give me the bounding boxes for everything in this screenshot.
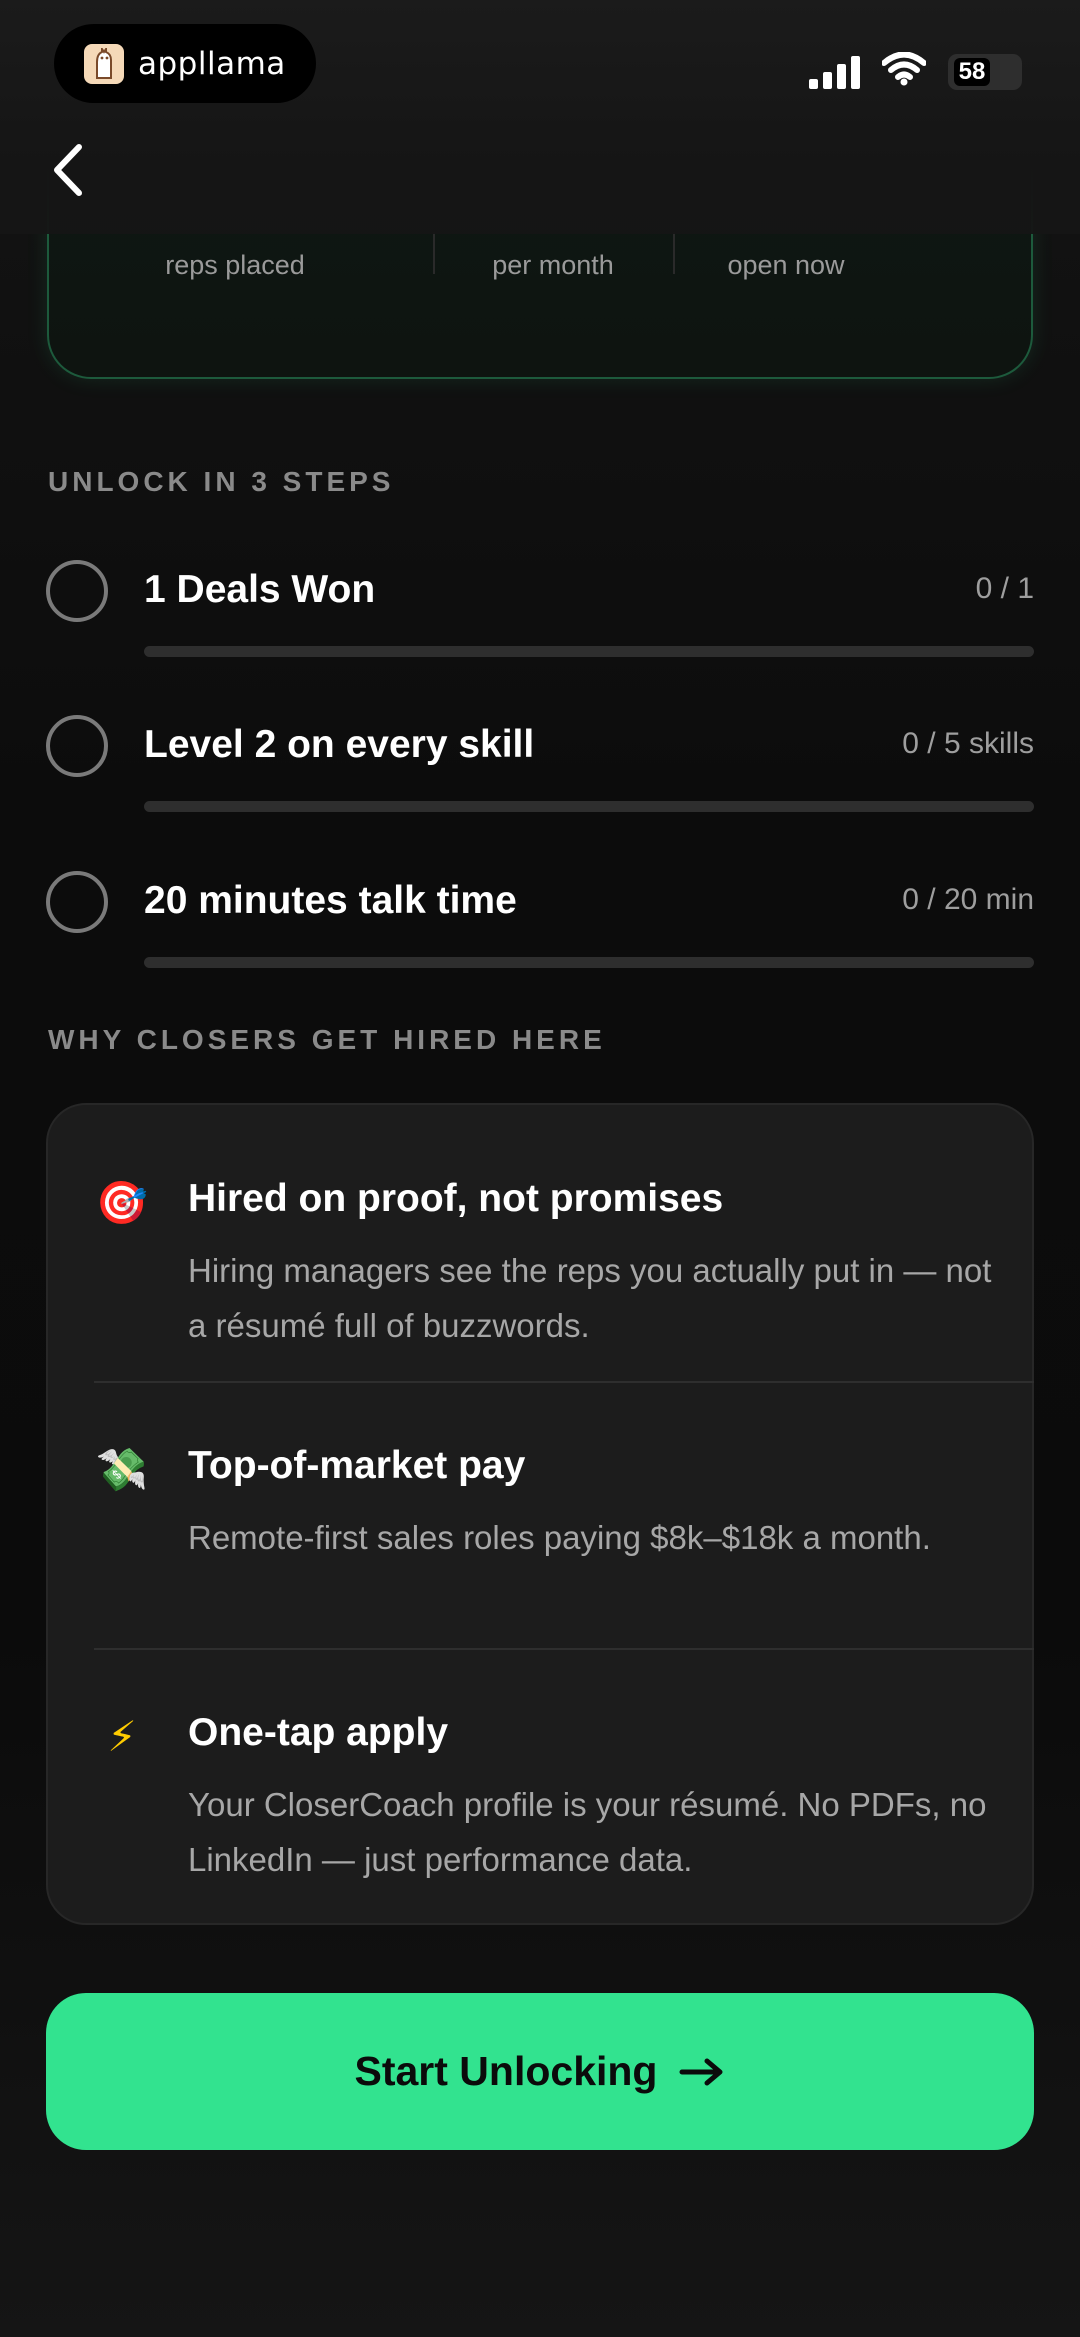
benefit-description: Remote-first sales roles paying $8k–$18k… [188,1519,931,1556]
lightning-icon: ⚡ [107,1712,137,1761]
step-checkbox-icon [46,560,108,622]
brand-pill: appllama [54,24,316,103]
benefit-title: Top-of-market pay [188,1444,526,1487]
step-title: Level 2 on every skill [144,723,535,766]
battery-level: 58 [954,57,990,86]
chevron-left-icon [54,144,82,196]
step-checkbox-icon [46,715,108,777]
step-progress-bar [144,646,1034,657]
battery-icon: 58 [948,53,1022,90]
unlock-step[interactable]: Level 2 on every skill 0 / 5 skills [46,715,1034,835]
stat-label-reps-placed: reps placed [165,250,305,280]
step-checkbox-icon [46,871,108,933]
step-progress-text: 0 / 1 [975,572,1034,605]
cta-label: Start Unlocking [354,2048,658,2094]
money-wings-icon: 💸 [95,1445,149,1494]
benefits-card: 🎯 Hired on proof, not promises Hiring ma… [46,1103,1034,1925]
target-icon: 🎯 [95,1178,149,1227]
benefit-title: One-tap apply [188,1711,449,1754]
start-unlocking-button[interactable]: Start Unlocking [46,1993,1034,2150]
step-progress-bar [144,957,1034,968]
step-title: 20 minutes talk time [144,879,517,922]
stat-label-open-now: open now [727,250,845,280]
top-bar: appllama 58 [0,0,1080,234]
unlock-step[interactable]: 20 minutes talk time 0 / 20 min [46,871,1034,991]
divider [94,1381,1034,1383]
wifi-icon [881,51,927,91]
unlock-step[interactable]: 1 Deals Won 0 / 1 [46,560,1034,680]
unlock-section-header: UNLOCK IN 3 STEPS [48,466,395,497]
llama-logo-icon [84,43,124,84]
back-button[interactable] [40,140,96,200]
stat-label-per-month: per month [492,250,614,280]
divider [94,1648,1034,1650]
brand-name: appllama [138,45,286,82]
benefit-description: Hiring managers see the reps you actuall… [188,1252,992,1344]
arrow-right-icon [679,2058,723,2085]
benefit-title: Hired on proof, not promises [188,1177,724,1220]
benefit-description: Your CloserCoach profile is your résumé.… [188,1786,987,1878]
step-progress-bar [144,801,1034,812]
why-section-header: WHY CLOSERS GET HIRED HERE [48,1024,606,1055]
step-progress-text: 0 / 20 min [902,883,1034,916]
status-icons: 58 [809,51,1022,91]
cellular-signal-icon [809,55,860,89]
step-progress-text: 0 / 5 skills [902,727,1034,760]
step-title: 1 Deals Won [144,568,376,611]
